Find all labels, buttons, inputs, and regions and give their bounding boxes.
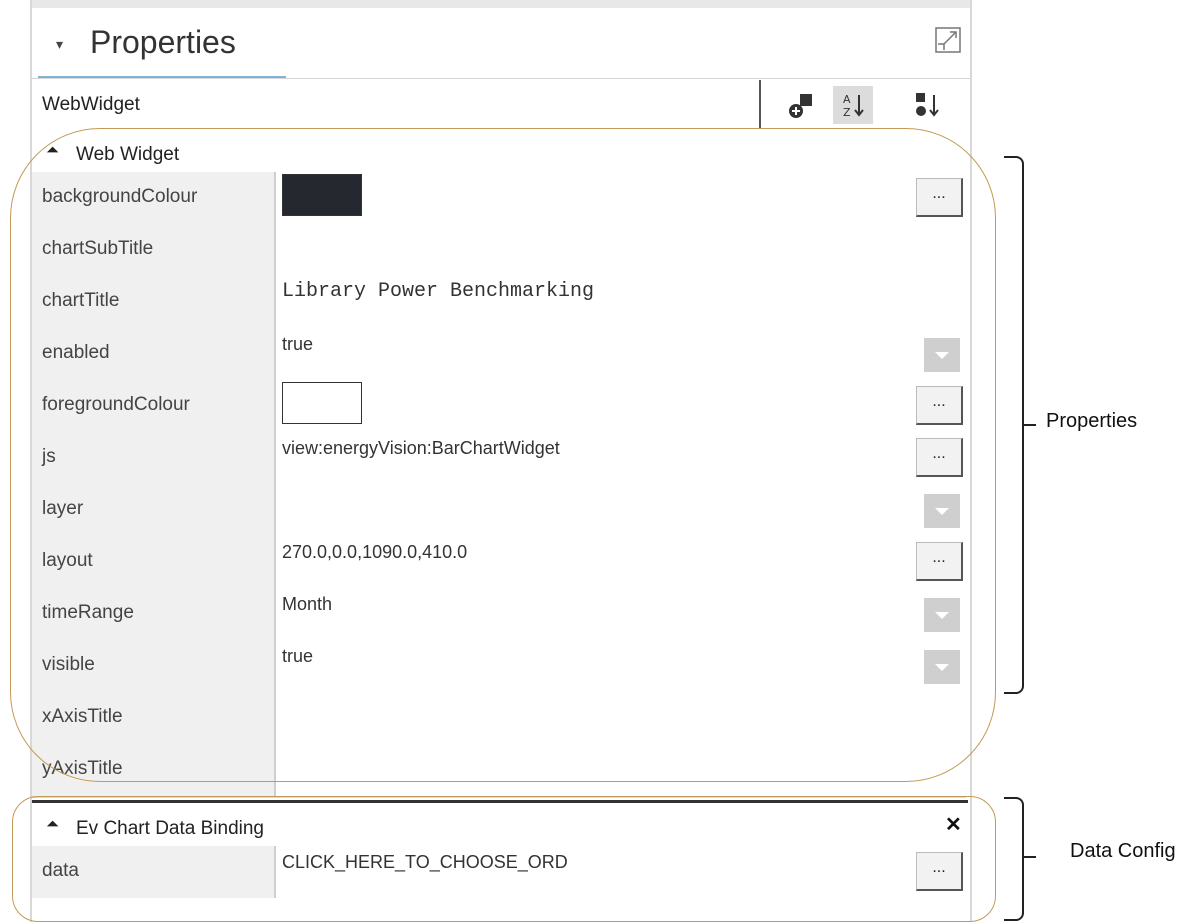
annotation-bracket-tick [1022, 856, 1036, 858]
add-slot-icon [789, 94, 812, 118]
svg-text:A: A [843, 93, 851, 106]
add-slot-button[interactable] [782, 86, 822, 124]
tab-properties[interactable]: ▾ Properties [38, 12, 286, 78]
sort-az-icon: A Z [843, 93, 864, 119]
widget-name: WebWidget [42, 94, 140, 115]
header-divider [32, 78, 970, 79]
sort-order-icon [916, 93, 939, 117]
panel-top-strip [32, 0, 970, 8]
tab-title: Properties [90, 24, 236, 60]
svg-text:Z: Z [843, 106, 851, 119]
maximize-icon[interactable] [934, 26, 962, 54]
annotation-bracket [1004, 797, 1024, 921]
sort-az-button[interactable]: A Z [833, 86, 873, 124]
annotation-bracket-tick [1022, 424, 1036, 426]
annotation-label-data-config: Data Config [1070, 840, 1176, 862]
toolbar-separator [759, 80, 761, 128]
sort-order-button[interactable] [908, 86, 948, 124]
annotation-outline [12, 796, 996, 922]
annotation-outline [10, 128, 996, 782]
annotation-bracket [1004, 156, 1024, 694]
widget-header: WebWidget A Z [32, 80, 970, 128]
caret-down-icon[interactable]: ▾ [56, 36, 63, 53]
annotation-label-properties: Properties [1046, 410, 1138, 432]
